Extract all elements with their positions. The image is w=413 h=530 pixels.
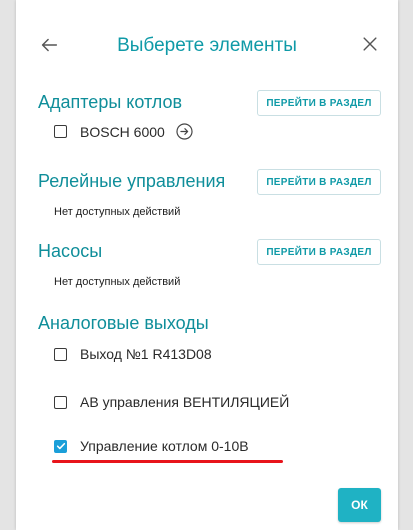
list-item-bosch-6000[interactable]: BOSCH 6000 — [54, 122, 194, 141]
highlight-underline — [52, 460, 283, 463]
goto-section-button-relay-controls[interactable]: ПЕРЕЙТИ В РАЗДЕЛ — [257, 169, 381, 195]
dialog-title: Выберете элементы — [117, 35, 297, 56]
checkbox[interactable] — [54, 439, 67, 453]
section-title-analog-outputs: Аналоговые выходы — [38, 313, 209, 333]
checkbox[interactable] — [54, 395, 67, 409]
list-item-ventilation[interactable]: АВ управления ВЕНТИЛЯЦИЕЙ — [54, 394, 289, 410]
section-title-relay-controls: Релейные управления — [38, 171, 226, 191]
section-title-pumps: Насосы — [38, 241, 103, 261]
ok-button[interactable]: ОК — [338, 488, 381, 522]
close-icon[interactable] — [360, 34, 380, 54]
arrow-right-circle-icon[interactable] — [175, 122, 194, 141]
list-item-boiler-control[interactable]: Управление котлом 0-10В — [54, 438, 249, 454]
checkbox[interactable] — [54, 125, 67, 138]
goto-section-button-boiler-adapters[interactable]: ПЕРЕЙТИ В РАЗДЕЛ — [257, 90, 381, 116]
dialog-header: Выберете элементы — [16, 26, 398, 70]
list-item-output-1[interactable]: Выход №1 R413D08 — [54, 346, 212, 362]
checkbox[interactable] — [54, 347, 67, 361]
empty-note: Нет доступных действий — [54, 276, 181, 288]
section-title-boiler-adapters: Адаптеры котлов — [38, 92, 183, 112]
item-label: BOSCH 6000 — [80, 123, 165, 140]
item-label: Выход №1 R413D08 — [80, 346, 212, 362]
item-label: Управление котлом 0-10В — [80, 438, 249, 454]
select-elements-dialog: Выберете элементы Адаптеры котлов ПЕРЕЙТ… — [16, 0, 398, 530]
check-icon — [56, 442, 65, 450]
empty-note: Нет доступных действий — [54, 206, 181, 218]
goto-section-button-pumps[interactable]: ПЕРЕЙТИ В РАЗДЕЛ — [257, 239, 381, 265]
item-label: АВ управления ВЕНТИЛЯЦИЕЙ — [80, 394, 290, 410]
